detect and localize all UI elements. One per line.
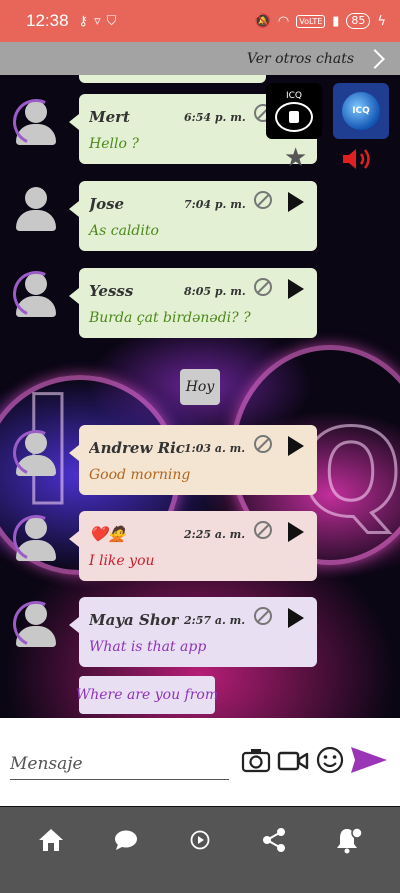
message-bubble[interactable]: Maya Shor 2:57 a. m. What is that app <box>69 597 317 667</box>
chevron-right-icon[interactable] <box>365 48 385 69</box>
wifi-icon: ◠ <box>277 13 290 29</box>
sender-name[interactable]: Maya Shor <box>89 611 179 629</box>
status-right-icons: 🔕 ◠ VoLTE ▮ 85 ϟ <box>255 13 386 29</box>
signal-icon: ▮ <box>332 13 340 29</box>
icq-label: ICQ <box>285 90 303 101</box>
nav-videos[interactable] <box>177 817 223 863</box>
world-chat-button[interactable]: ICQ <box>333 83 389 139</box>
private-chat-button[interactable]: ICQ <box>266 83 322 139</box>
message-time: 8:05 p. m. <box>184 285 246 298</box>
block-icon[interactable] <box>254 521 272 539</box>
other-chats-label[interactable]: Ver otros chats <box>247 51 354 67</box>
previous-message-edge <box>79 75 266 83</box>
message-bubble[interactable]: ❤️🙅 2:25 a. m. I like you <box>69 511 317 581</box>
bell-settings-icon <box>336 827 363 854</box>
message-text: Good morning <box>89 467 191 483</box>
sender-name[interactable]: Andrew Ric... <box>89 439 185 457</box>
emoji-icon[interactable] <box>315 745 345 775</box>
avatar[interactable] <box>6 423 66 483</box>
status-time: 12:38 <box>26 11 69 30</box>
send-icon[interactable] <box>349 744 389 776</box>
sender-name[interactable]: Jose <box>89 195 124 213</box>
block-icon[interactable] <box>254 435 272 453</box>
sender-name[interactable]: Mert <box>89 108 130 126</box>
sender-name[interactable]: ❤️🙅 <box>89 525 126 543</box>
message-time: 2:25 a. m. <box>184 528 246 541</box>
avatar[interactable] <box>6 92 66 152</box>
message-time: 7:04 p. m. <box>184 198 246 211</box>
avatar[interactable] <box>13 185 59 231</box>
chat-area[interactable]: I Q Mert 6:54 p. m. Hello ? Jose 7:04 p.… <box>0 75 400 718</box>
message-input[interactable] <box>10 748 229 780</box>
message-bubble[interactable]: Andrew Ric... 1:03 a. m. Good morning <box>69 425 317 495</box>
nav-share[interactable] <box>251 817 297 863</box>
message-text-loose[interactable]: Where are you from <box>76 676 218 714</box>
vpn-icon: ▿ <box>94 13 101 29</box>
avatar[interactable] <box>6 594 66 654</box>
nav-chats[interactable] <box>103 817 149 863</box>
volte-badge: VoLTE <box>296 14 326 28</box>
share-icon <box>263 828 286 852</box>
star-icon[interactable]: ★ <box>284 145 307 171</box>
battery-indicator: 85 <box>346 13 371 29</box>
message-time: 6:54 p. m. <box>184 111 246 124</box>
play-icon[interactable] <box>288 279 304 299</box>
shield-icon: ⛉ <box>106 13 117 29</box>
status-left-icons: ⚷ ▿ ⛉ <box>79 14 117 29</box>
charging-icon: ϟ <box>377 13 386 29</box>
video-icon[interactable] <box>277 745 309 775</box>
message-text: Burda çat birdənədi? ? <box>89 310 251 326</box>
play-icon[interactable] <box>288 192 304 212</box>
globe-icon: ICQ <box>342 92 380 130</box>
lock-icon <box>275 101 313 132</box>
message-time: 2:57 a. m. <box>184 614 246 627</box>
nav-notifications[interactable] <box>326 817 372 863</box>
message-time: 1:03 a. m. <box>184 442 246 455</box>
speaker-icon[interactable] <box>341 146 375 172</box>
block-icon[interactable] <box>254 278 272 296</box>
bottom-nav <box>0 807 400 893</box>
message-bubble[interactable]: Yesss 8:05 p. m. Burda çat birdənədi? ? <box>69 268 317 338</box>
avatar[interactable] <box>6 508 66 568</box>
block-icon[interactable] <box>254 191 272 209</box>
play-icon[interactable] <box>288 436 304 456</box>
sender-name[interactable]: Yesss <box>89 282 133 300</box>
avatar[interactable] <box>6 264 66 324</box>
nav-home[interactable] <box>28 817 74 863</box>
camera-icon[interactable] <box>241 745 271 775</box>
play-icon[interactable] <box>288 608 304 628</box>
key-icon: ⚷ <box>78 13 89 29</box>
chat-switcher-bar[interactable]: Ver otros chats <box>0 42 400 75</box>
home-icon <box>39 829 64 851</box>
message-bubble[interactable]: Jose 7:04 p. m. As caldito <box>69 181 317 251</box>
day-divider: Hoy <box>180 369 220 405</box>
play-circle-icon <box>190 830 210 850</box>
chat-bubble-icon <box>114 830 137 850</box>
message-text: Hello ? <box>89 136 139 152</box>
message-text: What is that app <box>89 639 207 655</box>
message-composer <box>0 718 400 806</box>
status-bar: 12:38 ⚷ ▿ ⛉ 🔕 ◠ VoLTE ▮ 85 ϟ <box>0 0 400 42</box>
mute-icon: 🔕 <box>254 13 271 29</box>
block-icon[interactable] <box>254 607 272 625</box>
message-text: As caldito <box>89 223 159 239</box>
play-icon[interactable] <box>288 522 304 542</box>
message-text: I like you <box>89 553 155 569</box>
